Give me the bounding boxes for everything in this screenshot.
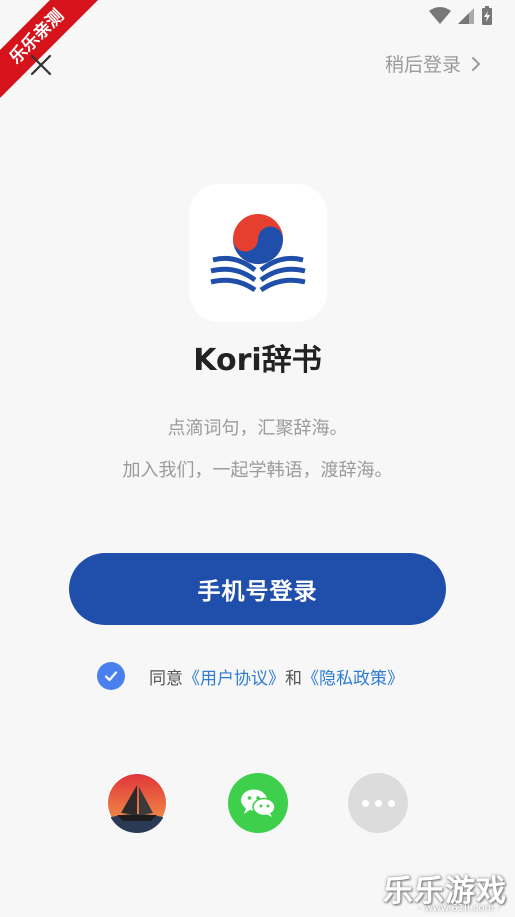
phone-login-button[interactable]: 手机号登录 [69,553,446,625]
wechat-login-button[interactable] [228,773,288,833]
wifi-icon [429,7,451,24]
slogan-line-1: 点滴词句，汇聚辞海。 [167,418,348,439]
slogan-line-2: 加入我们，一起学韩语，渡辞海。 [122,460,393,481]
watermark-url: - www.61ll.com - [417,903,501,914]
more-icon [361,799,369,807]
more-login-options-button[interactable] [348,773,408,833]
agreement-row: 同意 《用户协议》 和 《隐私政策》 [97,660,404,692]
check-icon [104,671,118,682]
app-name: Kori辞书 [193,343,322,378]
wechat-icon [241,789,276,817]
agreement-checkbox[interactable] [97,662,125,690]
more-icon-dot [374,799,382,807]
app-logo [189,184,327,322]
app-login-button[interactable] [107,773,167,833]
more-icon-dot [387,799,395,807]
chevron-right-icon [472,56,481,71]
cellular-signal-icon [458,8,474,24]
agreement-prefix: 同意 [149,668,183,689]
status-icons [429,6,493,26]
close-button[interactable] [24,48,58,82]
agreement-and: 和 [285,668,302,689]
skip-login-label: 稍后登录 [384,54,461,76]
book-taeguk-icon [210,214,306,293]
privacy-policy-link[interactable]: 《隐私政策》 [302,664,404,689]
battery-charging-icon [482,6,492,25]
skip-login-button[interactable]: 稍后登录 [385,50,481,77]
user-agreement-link[interactable]: 《用户协议》 [183,664,285,689]
app-sailboat-icon [108,774,166,833]
close-icon [30,54,52,76]
